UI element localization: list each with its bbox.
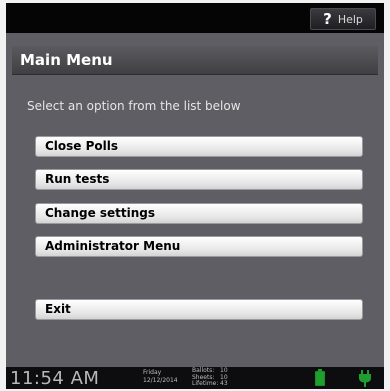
lifetime-label: Lifetime: xyxy=(192,380,219,387)
question-icon: ? xyxy=(323,10,332,28)
voting-machine-screen: ? Help Main Menu Select an option from t… xyxy=(6,3,384,389)
exit-button[interactable]: Exit xyxy=(35,299,363,320)
date-label: 12/12/2014 xyxy=(143,377,178,384)
administrator-menu-button[interactable]: Administrator Menu xyxy=(35,236,363,257)
top-bar: ? Help xyxy=(6,3,384,33)
status-bar: 11:54 AM Friday 12/12/2014 Ballots: 10 Sh… xyxy=(6,367,384,389)
day-label: Friday xyxy=(143,369,162,376)
change-settings-button[interactable]: Change settings xyxy=(35,203,363,224)
power-plug-icon xyxy=(359,370,371,387)
page-title: Main Menu xyxy=(20,51,113,69)
lifetime-value: 43 xyxy=(220,380,228,387)
title-bar: Main Menu xyxy=(12,46,378,75)
help-label: Help xyxy=(337,12,363,26)
battery-full-icon xyxy=(315,369,325,386)
run-tests-button[interactable]: Run tests xyxy=(35,169,363,190)
ballot-counts: Ballots: 10 Sheets: 10 Lifetime: 43 xyxy=(192,367,228,388)
help-button[interactable]: ? Help xyxy=(310,8,376,30)
clock: 11:54 AM xyxy=(10,368,100,389)
instruction-text: Select an option from the list below xyxy=(27,99,241,113)
close-polls-button[interactable]: Close Polls xyxy=(35,136,363,157)
date-display: Friday 12/12/2014 xyxy=(143,369,178,385)
